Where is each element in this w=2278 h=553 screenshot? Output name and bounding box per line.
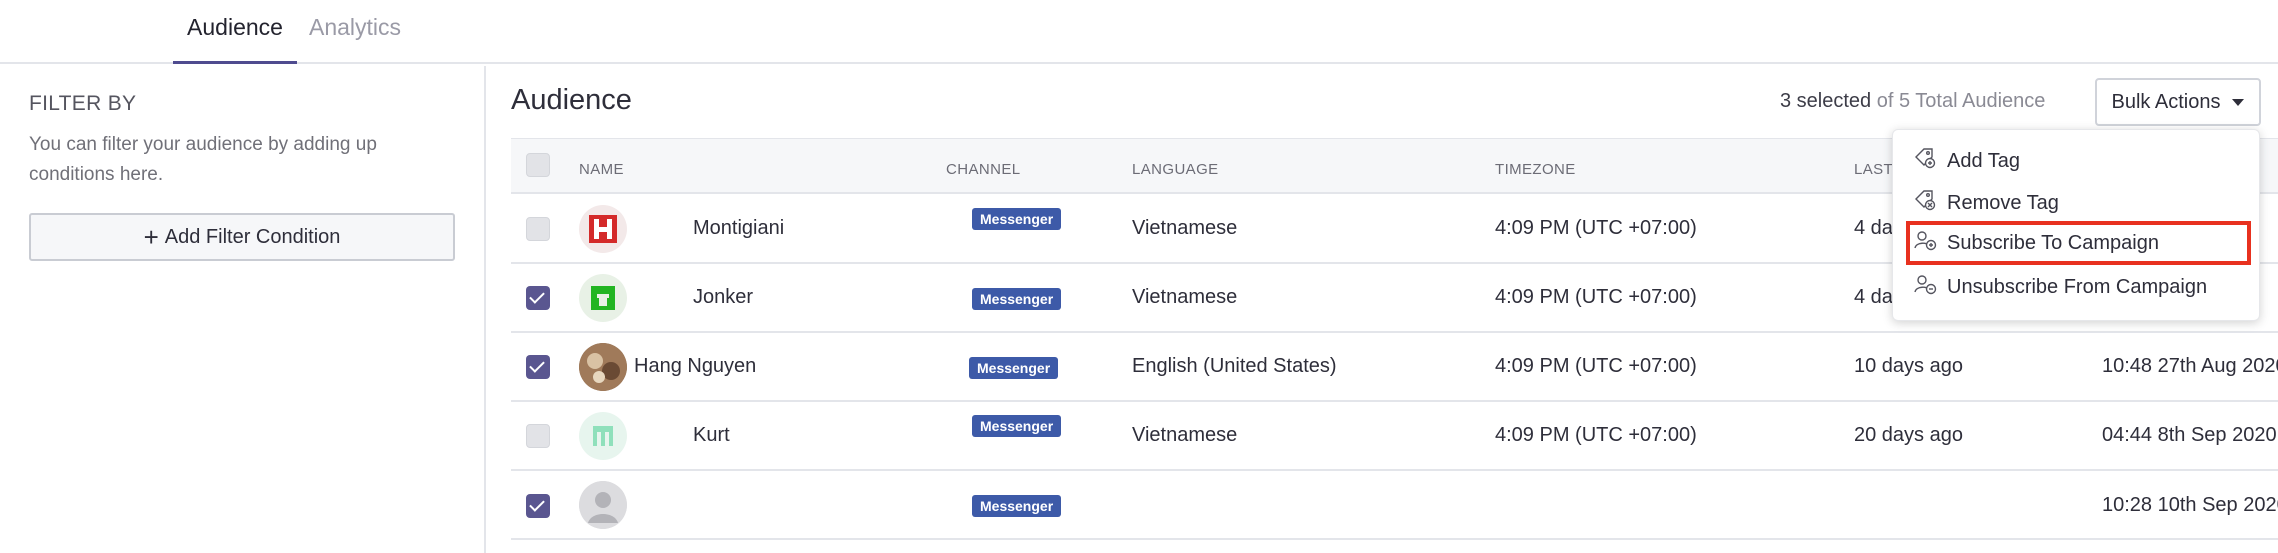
selected-count: 3 selected <box>1780 90 1872 112</box>
channel-badge: Messenger <box>972 495 1062 517</box>
table-row[interactable]: Hang Nguyen Messenger English (United St… <box>511 333 2278 402</box>
row-timezone: 4:09 PM (UTC +07:00) <box>1495 355 1697 377</box>
row-language: English (United States) <box>1132 355 1337 377</box>
total-count: of 5 Total Audience <box>1876 90 2046 112</box>
menu-item-label: Add Tag <box>1947 149 2021 172</box>
row-checkbox[interactable] <box>526 494 550 518</box>
menu-item-remove-tag[interactable]: Remove Tag <box>1913 184 2243 222</box>
row-name: Jonker <box>693 286 754 308</box>
filter-description: You can filter your audience by adding u… <box>29 134 377 185</box>
select-all-checkbox[interactable] <box>526 153 550 177</box>
row-name: Montigiani <box>693 217 785 239</box>
filter-sidebar: FILTER BY You can filter your audience b… <box>0 66 486 553</box>
channel-badge: Messenger <box>972 208 1062 230</box>
row-language: Vietnamese <box>1132 286 1238 308</box>
channel-badge: Messenger <box>972 415 1062 437</box>
user-add-icon <box>1913 228 1937 258</box>
tab-analytics[interactable]: Analytics <box>309 14 401 62</box>
row-date: 10:48 27th Aug 2020 <box>2102 355 2278 377</box>
column-last[interactable]: LAST <box>1854 161 1893 178</box>
avatar <box>579 205 627 253</box>
row-date: 10:28 10th Sep 2020 <box>2102 494 2278 516</box>
row-last: 4 da <box>1854 217 1893 239</box>
tag-remove-icon <box>1913 188 1937 218</box>
channel-badge: Messenger <box>972 288 1062 310</box>
row-checkbox[interactable] <box>526 355 550 379</box>
column-name[interactable]: NAME <box>579 161 624 178</box>
avatar <box>579 412 627 460</box>
row-last: 20 days ago <box>1854 424 1963 446</box>
caret-down-icon <box>2232 98 2245 106</box>
add-filter-label: Add Filter Condition <box>164 225 341 248</box>
row-timezone: 4:09 PM (UTC +07:00) <box>1495 424 1697 446</box>
row-checkbox[interactable] <box>526 286 550 310</box>
tag-add-icon <box>1913 146 1937 176</box>
row-checkbox[interactable] <box>526 424 550 448</box>
tab-audience[interactable]: Audience <box>173 14 297 64</box>
menu-item-label: Remove Tag <box>1947 191 2059 214</box>
menu-item-add-tag[interactable]: Add Tag <box>1913 142 2243 180</box>
bulk-actions-label: Bulk Actions <box>2111 90 2221 113</box>
row-language: Vietnamese <box>1132 217 1238 239</box>
row-last: 4 da <box>1854 286 1893 308</box>
menu-item-label: Unsubscribe From Campaign <box>1947 275 2208 298</box>
avatar <box>579 274 627 322</box>
table-row[interactable]: Messenger 10:28 10th Sep 2020 <box>511 471 2278 540</box>
table-row[interactable]: Kurt Messenger Vietnamese 4:09 PM (UTC +… <box>511 402 2278 471</box>
menu-item-unsubscribe-from-campaign[interactable]: Unsubscribe From Campaign <box>1913 268 2243 306</box>
column-channel[interactable]: CHANNEL <box>946 161 1020 178</box>
row-last: 10 days ago <box>1854 355 1963 377</box>
row-name: Kurt <box>693 424 730 446</box>
channel-badge: Messenger <box>969 357 1059 379</box>
bulk-actions-dropdown: Add Tag Remove Tag Subscribe To Campaign <box>1892 129 2260 321</box>
user-remove-icon <box>1913 272 1937 302</box>
row-language: Vietnamese <box>1132 424 1238 446</box>
row-timezone: 4:09 PM (UTC +07:00) <box>1495 286 1697 308</box>
bulk-actions-button[interactable]: Bulk Actions <box>2095 78 2261 126</box>
menu-item-subscribe-to-campaign[interactable]: Subscribe To Campaign <box>1906 221 2251 265</box>
column-timezone[interactable]: TIMEZONE <box>1495 161 1576 178</box>
filter-title: FILTER BY <box>29 92 137 115</box>
column-language[interactable]: LANGUAGE <box>1132 161 1219 178</box>
plus-icon: + <box>143 222 159 252</box>
top-tab-bar: Audience Analytics <box>0 0 2278 64</box>
row-date: 04:44 8th Sep 2020 <box>2102 424 2277 446</box>
avatar <box>579 343 627 391</box>
row-checkbox[interactable] <box>526 217 550 241</box>
menu-item-label: Subscribe To Campaign <box>1947 231 2159 254</box>
selection-count: 3 selected of 5 Total Audience <box>1780 90 2045 113</box>
avatar <box>579 481 627 529</box>
page-title: Audience <box>511 84 632 116</box>
add-filter-condition-button[interactable]: + Add Filter Condition <box>29 213 455 261</box>
row-name: Hang Nguyen <box>634 355 757 377</box>
row-timezone: 4:09 PM (UTC +07:00) <box>1495 217 1697 239</box>
